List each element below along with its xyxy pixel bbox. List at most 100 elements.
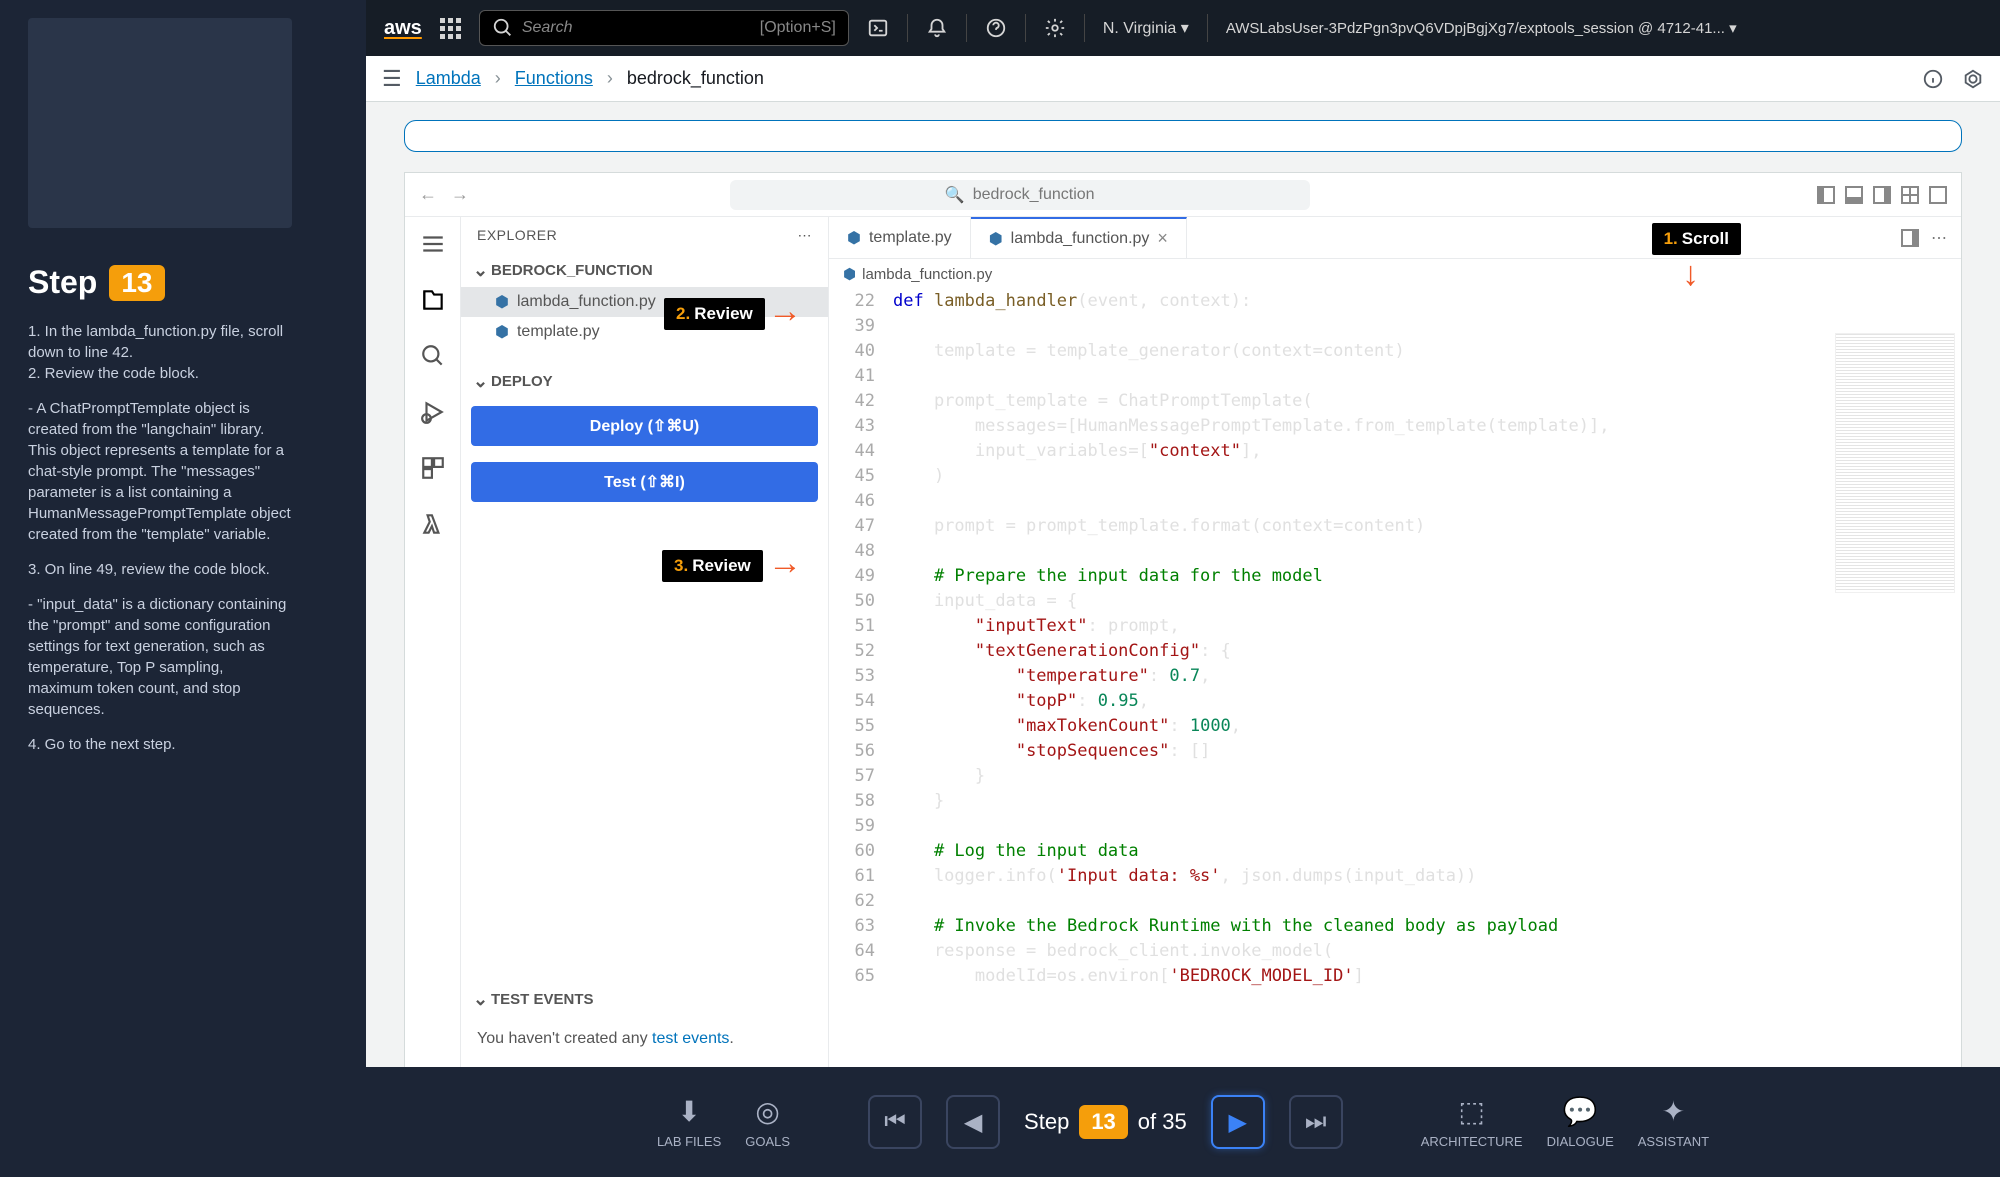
annotation-scroll: 1.Scroll	[1652, 223, 1741, 255]
last-step-button[interactable]: ⏭	[1289, 1095, 1343, 1149]
search-input[interactable]: Search [Option+S]	[479, 10, 849, 46]
minimap[interactable]	[1835, 333, 1955, 593]
line-gutter: 22 39 40 41 42 43 44 45 46 47 48 49	[829, 289, 885, 1128]
ide-topbar: ← → 🔍 bedrock_function	[405, 173, 1961, 217]
architecture-icon: ⬚	[1458, 1095, 1484, 1128]
services-grid-icon[interactable]	[440, 18, 461, 39]
breadcrumb-lambda[interactable]: Lambda	[416, 68, 481, 89]
settings-icon[interactable]	[1044, 17, 1066, 39]
code-editor: ⬢ template.py ⬢ lambda_function.py × ⋯	[829, 217, 1961, 1128]
search-icon	[492, 17, 514, 39]
aws-logo[interactable]: aws	[384, 17, 422, 40]
debug-icon[interactable]	[420, 399, 446, 425]
test-events-link[interactable]: test events	[652, 1030, 729, 1047]
first-step-button[interactable]: ⏮	[868, 1095, 922, 1149]
breadcrumb-sep: ›	[607, 68, 613, 89]
ide-body: EXPLORER ⋯ BEDROCK_FUNCTION ⬢ lambda_fun…	[405, 217, 1961, 1128]
tab-lambda-function[interactable]: ⬢ lambda_function.py ×	[971, 217, 1187, 258]
step-indicator: Step 13 of 35	[1024, 1105, 1187, 1139]
prev-step-button[interactable]: ◀	[946, 1095, 1000, 1149]
info-banner	[404, 120, 1962, 152]
python-icon: ⬢	[989, 229, 1003, 249]
assistant-button[interactable]: ✦ ASSISTANT	[1638, 1095, 1709, 1149]
download-icon: ⬇	[677, 1095, 700, 1128]
instruction-2: - A ChatPromptTemplate object is created…	[28, 398, 292, 545]
cloudshell-icon[interactable]	[867, 17, 889, 39]
search-icon: 🔍	[945, 185, 965, 205]
divider	[966, 14, 967, 42]
arrow-right-icon: →	[768, 544, 802, 583]
layout-bottom-icon[interactable]	[1845, 186, 1863, 204]
file-label: template.py	[517, 323, 600, 341]
notifications-icon[interactable]	[926, 17, 948, 39]
goals-button[interactable]: ◎ GOALS	[745, 1095, 790, 1149]
editor-tabs: ⬢ template.py ⬢ lambda_function.py × ⋯	[829, 217, 1961, 259]
tab-label: template.py	[869, 229, 952, 247]
user-menu[interactable]: AWSLabsUser-3PdzPgn3pvQ6VDpjBgjXg7/expto…	[1226, 19, 1737, 37]
code-editor-ide: ← → 🔍 bedrock_function	[404, 172, 1962, 1129]
region-selector[interactable]: N. Virginia ▾	[1103, 18, 1189, 38]
activity-bar	[405, 217, 461, 1128]
explorer-panel: EXPLORER ⋯ BEDROCK_FUNCTION ⬢ lambda_fun…	[461, 217, 829, 1128]
project-folder[interactable]: BEDROCK_FUNCTION	[461, 254, 828, 287]
explorer-icon[interactable]	[420, 287, 446, 313]
arrow-right-icon: →	[768, 292, 802, 331]
content-area: ← → 🔍 bedrock_function	[366, 102, 2000, 1129]
nav-back-icon[interactable]: ←	[419, 184, 437, 205]
lab-files-button[interactable]: ⬇ LAB FILES	[657, 1095, 721, 1149]
layout-controls	[1817, 186, 1947, 204]
explorer-label: EXPLORER	[477, 227, 557, 244]
split-icon[interactable]	[1901, 229, 1919, 247]
explorer-header: EXPLORER ⋯	[461, 217, 828, 254]
annotation-review-3: 3.Review	[662, 550, 763, 582]
layout-grid-icon[interactable]	[1901, 186, 1919, 204]
python-icon: ⬢	[847, 228, 861, 248]
test-events-text: You haven't created any test events.	[461, 1016, 828, 1062]
crumb-file: lambda_function.py	[862, 266, 992, 283]
test-events-section[interactable]: TEST EVENTS	[461, 983, 828, 1016]
more-icon[interactable]: ⋯	[1931, 228, 1947, 248]
search-nav-icon[interactable]	[420, 343, 446, 369]
lambda-nav-icon[interactable]	[420, 511, 446, 537]
lab-instructions-panel: Step 13 1. In the lambda_function.py fil…	[0, 0, 320, 1177]
ide-search[interactable]: 🔍 bedrock_function	[730, 180, 1310, 210]
breadcrumb-bar: ☰ Lambda › Functions › bedrock_function	[366, 56, 2000, 102]
tab-label: lambda_function.py	[1011, 230, 1150, 248]
ide-search-text: bedrock_function	[973, 186, 1095, 204]
python-icon: ⬢	[495, 322, 509, 342]
test-button[interactable]: Test (⇧⌘I)	[471, 462, 818, 502]
extensions-icon[interactable]	[420, 455, 446, 481]
explorer-more-icon[interactable]: ⋯	[798, 227, 813, 244]
breadcrumb-functions[interactable]: Functions	[515, 68, 593, 89]
tab-template[interactable]: ⬢ template.py	[829, 217, 971, 258]
dialogue-button[interactable]: 💬 DIALOGUE	[1547, 1095, 1614, 1149]
instruction-5: 4. Go to the next step.	[28, 734, 292, 755]
lab-control-bar: ⬇ LAB FILES ◎ GOALS ⏮ ◀ Step 13 of 35 ▶ …	[366, 1067, 2000, 1177]
layout-left-icon[interactable]	[1817, 186, 1835, 204]
close-icon[interactable]: ×	[1157, 228, 1168, 249]
next-step-button[interactable]: ▶	[1211, 1095, 1265, 1149]
step-header: Step 13	[28, 264, 292, 301]
clock-icon[interactable]	[1962, 68, 1984, 90]
tab-actions: ⋯	[1901, 217, 1961, 258]
help-icon[interactable]	[985, 17, 1007, 39]
deploy-button[interactable]: Deploy (⇧⌘U)	[471, 406, 818, 446]
info-icon[interactable]	[1922, 68, 1944, 90]
hamburger-icon[interactable]: ☰	[382, 66, 402, 92]
search-placeholder: Search	[522, 19, 573, 37]
divider	[1084, 14, 1085, 42]
code-lines: def lambda_handler(event, context): temp…	[885, 289, 1961, 1128]
assistant-icon: ✦	[1662, 1095, 1685, 1128]
menu-icon[interactable]	[420, 231, 446, 257]
python-icon: ⬢	[843, 265, 856, 283]
deploy-section[interactable]: DEPLOY	[461, 365, 828, 398]
code-area[interactable]: 22 39 40 41 42 43 44 45 46 47 48 49	[829, 289, 1961, 1128]
editor-breadcrumb[interactable]: ⬢ lambda_function.py	[829, 259, 1961, 289]
layout-right-icon[interactable]	[1873, 186, 1891, 204]
layout-full-icon[interactable]	[1929, 186, 1947, 204]
step-number-badge: 13	[109, 265, 164, 301]
search-shortcut: [Option+S]	[760, 19, 836, 37]
nav-fwd-icon[interactable]: →	[451, 184, 469, 205]
architecture-button[interactable]: ⬚ ARCHITECTURE	[1421, 1095, 1523, 1149]
arrow-down-icon: ↓	[1682, 255, 1699, 294]
